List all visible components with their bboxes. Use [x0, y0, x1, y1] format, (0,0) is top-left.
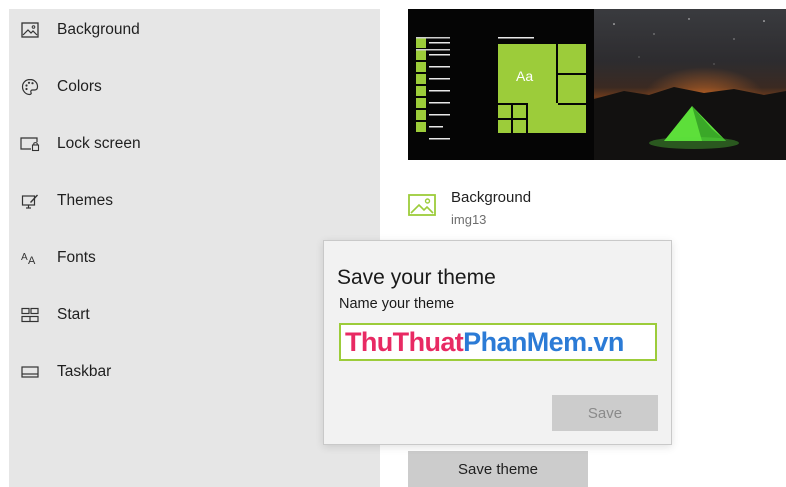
sidebar-item-lock-screen[interactable]: Lock screen — [9, 124, 380, 164]
sidebar-item-label: Fonts — [57, 249, 96, 266]
picture-icon — [20, 20, 40, 40]
background-picture-icon — [408, 193, 436, 217]
sidebar-item-background[interactable]: Background — [9, 10, 380, 50]
sidebar-item-label: Lock screen — [57, 135, 141, 152]
wallpaper-thumbnail — [594, 9, 786, 160]
sidebar-item-themes[interactable]: Themes — [9, 181, 380, 221]
tent-image — [594, 18, 786, 160]
taskbar-icon — [20, 362, 40, 382]
sidebar-item-colors[interactable]: Colors — [9, 67, 380, 107]
sidebar-item-label: Taskbar — [57, 363, 112, 380]
theme-name-value: ThuThuatPhanMem.vn — [341, 325, 624, 359]
start-tiles-icon — [20, 305, 40, 325]
sidebar-item-label: Themes — [57, 192, 113, 209]
save-theme-button[interactable]: Save theme — [408, 451, 588, 487]
palette-icon — [20, 77, 40, 97]
theme-name-input[interactable]: ThuThuatPhanMem.vn — [339, 323, 657, 361]
sidebar-item-label: Colors — [57, 78, 102, 95]
background-setting-value: img13 — [451, 212, 487, 227]
sidebar-item-label: Background — [57, 21, 140, 38]
dialog-save-button[interactable]: Save — [552, 395, 658, 431]
background-setting-title: Background — [451, 189, 532, 206]
settings-window: Background Colors Lock screen Themes A A… — [0, 0, 786, 487]
theme-preview: Aa — [408, 9, 786, 160]
svg-text:A: A — [28, 255, 36, 266]
sidebar-item-label: Start — [57, 306, 90, 323]
themes-icon — [20, 191, 40, 211]
fonts-icon: A A — [20, 248, 40, 268]
start-menu-preview: Aa — [416, 37, 586, 140]
theme-name-value-part1: ThuThuat — [345, 327, 464, 357]
theme-name-label: Name your theme — [339, 296, 455, 312]
save-theme-dialog: Save your theme Name your theme ThuThuat… — [323, 240, 672, 445]
lock-screen-icon — [20, 134, 40, 154]
dialog-title: Save your theme — [337, 266, 496, 289]
theme-name-value-part2: PhanMem.vn — [463, 327, 624, 357]
svg-text:A: A — [21, 252, 28, 263]
tile-label: Aa — [516, 68, 533, 84]
